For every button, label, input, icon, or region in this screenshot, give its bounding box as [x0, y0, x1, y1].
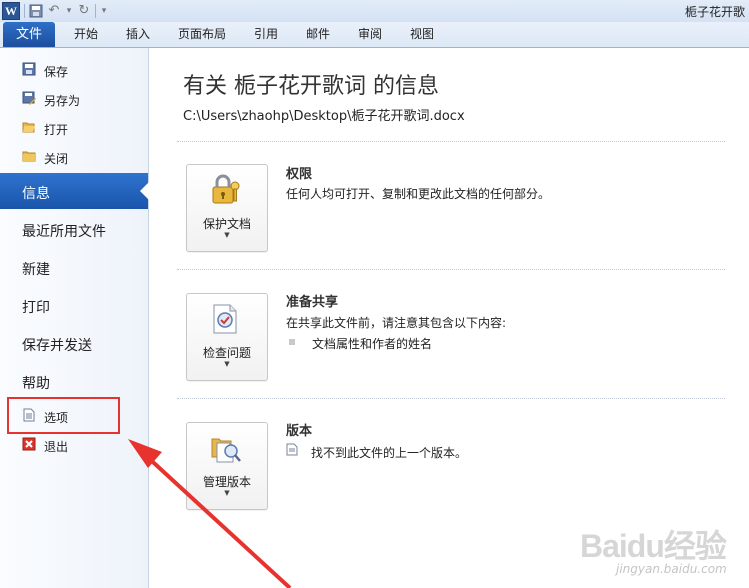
section-desc-permissions: 任何人均可打开、复制和更改此文档的任何部分。	[286, 187, 551, 201]
tab-file[interactable]: 文件	[3, 22, 55, 47]
qat-separator	[95, 4, 96, 18]
tab-review[interactable]: 审阅	[358, 22, 382, 47]
save-icon	[22, 62, 36, 76]
backstage-nav: 保存 另存为 打开 关闭 信息 最近所用文件 新建 打印 保存并发送 帮助 选项…	[0, 48, 149, 588]
check-for-issues-button[interactable]: 检查问题 ▼	[186, 293, 268, 381]
nav-item-label: 另存为	[44, 94, 81, 108]
nav-item-label: 保存	[44, 65, 69, 79]
section-desc-versions: 找不到此文件的上一个版本。	[311, 446, 468, 460]
save-icon[interactable]	[29, 4, 43, 18]
section-desc-prepare-sharing: 在共享此文件前，请注意其包含以下内容:	[286, 316, 507, 330]
save-as-icon	[22, 91, 36, 105]
dropdown-arrow-icon: ▼	[224, 360, 230, 368]
close-folder-icon	[22, 151, 36, 162]
nav-item-label: 打开	[44, 123, 69, 137]
section-divider	[177, 398, 725, 399]
annotation-highlight-box	[7, 397, 120, 434]
document-path: C:\Users\zhaohp\Desktop\栀子花开歌词.docx	[183, 109, 465, 124]
info-panel: 有关 栀子花开歌词 的信息 C:\Users\zhaohp\Desktop\栀子…	[149, 48, 749, 588]
dropdown-arrow-icon: ▼	[224, 489, 230, 497]
customize-qat-icon[interactable]: ▾	[100, 3, 108, 19]
nav-item-print[interactable]: 打印	[0, 287, 148, 323]
nav-item-label: 退出	[44, 440, 69, 454]
window-title: 栀子花开歌	[684, 5, 745, 19]
watermark-url: jingyan.baidu.com	[616, 562, 727, 576]
tab-home[interactable]: 开始	[74, 22, 98, 47]
nav-item-save-send[interactable]: 保存并发送	[0, 325, 148, 361]
word-app-icon[interactable]: W	[2, 2, 20, 20]
dropdown-arrow-icon: ▼	[224, 231, 230, 239]
section-title-prepare-sharing: 准备共享	[286, 295, 339, 310]
nav-item-save-as[interactable]: 另存为	[0, 85, 148, 113]
tab-mailings[interactable]: 邮件	[306, 22, 330, 47]
inspect-document-icon	[213, 304, 237, 334]
nav-item-label: 新建	[22, 262, 50, 278]
manage-versions-icon	[211, 438, 241, 463]
lock-key-icon	[212, 174, 240, 204]
tab-references[interactable]: 引用	[254, 22, 278, 47]
nav-item-label: 打印	[22, 300, 50, 316]
nav-item-label: 信息	[22, 186, 50, 202]
nav-item-label: 最近所用文件	[22, 224, 106, 240]
nav-item-save[interactable]: 保存	[0, 56, 148, 84]
active-pointer-icon	[140, 182, 149, 200]
bullet-item: 文档属性和作者的姓名	[312, 337, 433, 351]
watermark-text: Baidu经验	[580, 528, 727, 564]
button-label: 保护文档	[202, 217, 251, 231]
nav-item-open[interactable]: 打开	[0, 114, 148, 142]
ribbon-tabs: 文件 开始 插入 页面布局 引用 邮件 审阅 视图	[0, 22, 749, 48]
baidu-watermark: Baidu经验 jingyan.baidu.com	[556, 518, 746, 586]
page-title: 有关 栀子花开歌词 的信息	[183, 74, 439, 99]
tab-view[interactable]: 视图	[410, 22, 434, 47]
nav-item-close[interactable]: 关闭	[0, 143, 148, 171]
nav-item-exit[interactable]: 退出	[0, 431, 148, 459]
button-label: 检查问题	[202, 346, 251, 360]
qat-separator	[24, 4, 25, 18]
bullet-icon	[289, 339, 295, 345]
nav-item-label: 帮助	[22, 376, 50, 392]
redo-icon[interactable]: ↻	[77, 3, 91, 19]
tab-page-layout[interactable]: 页面布局	[178, 22, 226, 47]
exit-icon	[22, 437, 36, 451]
tab-insert[interactable]: 插入	[126, 22, 150, 47]
nav-item-new[interactable]: 新建	[0, 249, 148, 285]
nav-item-info[interactable]: 信息	[0, 173, 149, 209]
button-label: 管理版本	[202, 475, 251, 489]
nav-item-recent[interactable]: 最近所用文件	[0, 211, 148, 247]
section-divider	[177, 269, 725, 270]
protect-document-button[interactable]: 保护文档 ▼	[186, 164, 268, 252]
title-bar: W ↶ ▾ ↻ ▾ 栀子花开歌	[0, 0, 749, 23]
document-version-icon	[286, 443, 298, 456]
nav-item-help[interactable]: 帮助	[0, 363, 148, 399]
nav-item-label: 关闭	[44, 152, 69, 166]
section-title-versions: 版本	[286, 424, 313, 439]
section-title-permissions: 权限	[286, 167, 313, 182]
manage-versions-button[interactable]: 管理版本 ▼	[186, 422, 268, 510]
open-folder-icon	[22, 122, 35, 133]
undo-icon[interactable]: ↶	[47, 3, 61, 19]
nav-item-label: 保存并发送	[22, 338, 92, 354]
undo-dropdown-icon[interactable]: ▾	[65, 3, 73, 19]
quick-access-toolbar: W ↶ ▾ ↻ ▾	[2, 2, 108, 20]
section-divider	[177, 141, 725, 142]
